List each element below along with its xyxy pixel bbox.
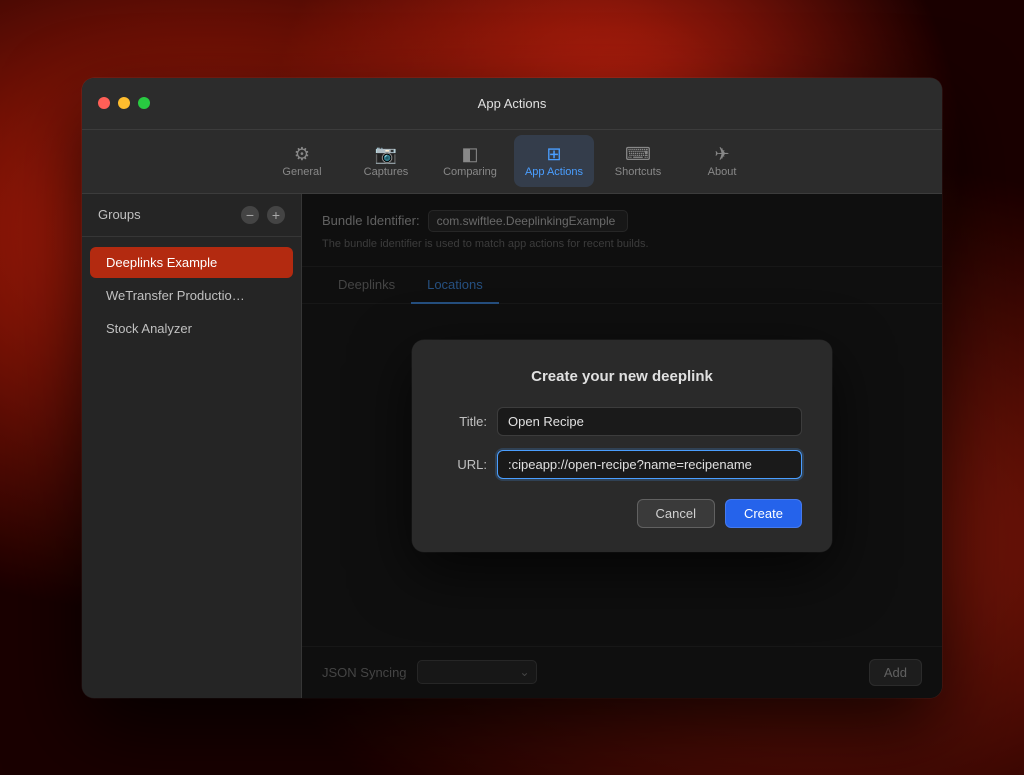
title-label: Title: [442,414,487,429]
main-content: Groups − + Deeplinks Example WeTransfer … [82,194,942,698]
sidebar-controls: − + [241,206,285,224]
tab-app-actions-label: App Actions [525,166,583,178]
tab-general-label: General [282,166,321,178]
add-group-button[interactable]: + [267,206,285,224]
url-field: URL: [442,450,802,479]
sidebar-item-label: Deeplinks Example [106,255,217,270]
tab-comparing-label: Comparing [443,166,497,178]
about-icon: ✈ [714,145,729,163]
sidebar-item-stock-analyzer[interactable]: Stock Analyzer [90,313,293,344]
tab-shortcuts-label: Shortcuts [615,166,661,178]
modal-overlay: Create your new deeplink Title: URL: Can… [302,194,942,698]
tab-shortcuts[interactable]: ⌨ Shortcuts [598,135,678,187]
tab-general[interactable]: ⚙ General [262,135,342,187]
close-button[interactable] [98,97,110,109]
sidebar-item-label: Stock Analyzer [106,321,192,336]
sidebar-header: Groups − + [82,194,301,237]
tab-about-label: About [708,166,737,178]
app-window: App Actions ⚙ General 📷 Captures ◧ Compa… [82,78,942,698]
traffic-lights [98,97,150,109]
tab-about[interactable]: ✈ About [682,135,762,187]
sidebar-list: Deeplinks Example WeTransfer Productio… … [82,237,301,698]
cancel-button[interactable]: Cancel [637,499,715,528]
remove-group-button[interactable]: − [241,206,259,224]
toolbar: ⚙ General 📷 Captures ◧ Comparing ⊞ App A… [82,130,942,194]
shortcuts-icon: ⌨ [625,145,651,163]
app-actions-icon: ⊞ [546,145,561,163]
sidebar: Groups − + Deeplinks Example WeTransfer … [82,194,302,698]
tab-captures-label: Captures [364,166,409,178]
sidebar-item-wetransfer[interactable]: WeTransfer Productio… [90,280,293,311]
gear-icon: ⚙ [294,145,310,163]
sidebar-item-label: WeTransfer Productio… [106,288,245,303]
right-panel: Bundle Identifier: com.swiftlee.Deeplink… [302,194,942,698]
title-input[interactable] [497,407,802,436]
modal-title: Create your new deeplink [442,368,802,385]
create-button[interactable]: Create [725,499,802,528]
titlebar: App Actions [82,78,942,130]
url-input[interactable] [497,450,802,479]
comparing-icon: ◧ [461,145,478,163]
tab-app-actions[interactable]: ⊞ App Actions [514,135,594,187]
tab-comparing[interactable]: ◧ Comparing [430,135,510,187]
modal-actions: Cancel Create [442,499,802,528]
minimize-button[interactable] [118,97,130,109]
tab-captures[interactable]: 📷 Captures [346,135,426,187]
url-label: URL: [442,457,487,472]
sidebar-item-deeplinks-example[interactable]: Deeplinks Example [90,247,293,278]
maximize-button[interactable] [138,97,150,109]
sidebar-title: Groups [98,207,141,222]
title-field: Title: [442,407,802,436]
create-deeplink-modal: Create your new deeplink Title: URL: Can… [412,340,832,552]
window-title: App Actions [478,96,547,111]
captures-icon: 📷 [375,145,397,163]
